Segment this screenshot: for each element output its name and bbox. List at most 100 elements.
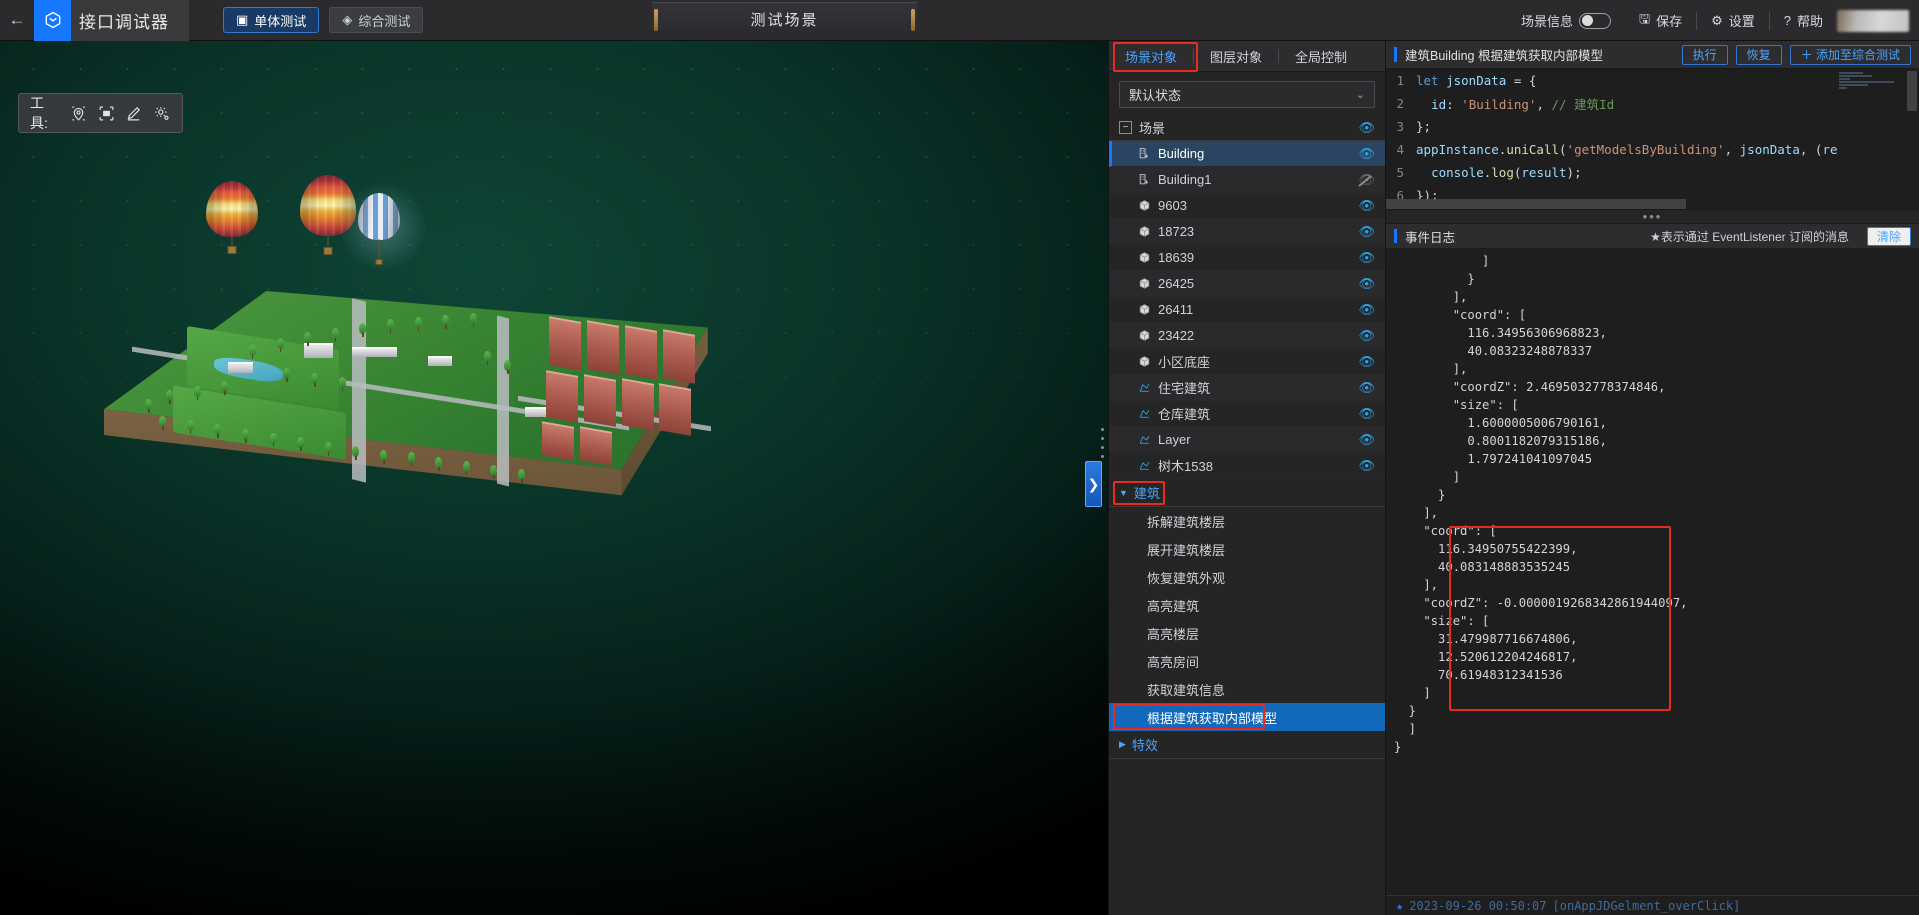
method-item-根据建筑获取内部模型[interactable]: 根据建筑获取内部模型 [1109,703,1385,731]
box-select-icon[interactable] [97,103,116,123]
eye-icon[interactable]: 👁 [1358,328,1375,344]
eye-icon[interactable]: 👁 [1358,458,1375,474]
method-item-获取建筑信息[interactable]: 获取建筑信息 [1109,675,1385,703]
eye-icon[interactable]: 👁 [1358,250,1375,266]
method-label: 根据建筑获取内部模型 [1147,710,1278,726]
add-to-comprehensive-test-button[interactable]: ＋ 添加至综合测试 [1789,44,1911,65]
log-line: ] [1394,686,1431,700]
code-vertical-scrollbar[interactable] [1907,71,1917,207]
settings-button[interactable]: ⚙ 设置 [1697,0,1769,41]
log-footer-entry[interactable]: ★ 2023-09-26 00:50:07 [onAppJDGelment_ov… [1386,895,1919,915]
code-minimap[interactable] [1839,71,1899,207]
method-item-拆解建筑楼层[interactable]: 拆解建筑楼层 [1109,507,1385,535]
top-tabs: ▣ 单体测试 ◈ 综合测试 [223,7,424,33]
tab-comprehensive-test-label: 综合测试 [358,13,411,29]
log-line: "coord": [ [1394,524,1497,538]
log-line: 0.8001182079315186, [1394,434,1607,448]
method-item-高亮楼层[interactable]: 高亮楼层 [1109,619,1385,647]
pencil-draw-icon[interactable] [124,103,143,123]
code-editor[interactable]: 1 let jsonData = { 2 id: 'Building', // 建… [1386,69,1919,209]
eye-icon[interactable]: 👁 [1358,432,1375,448]
tab-global-control-label: 全局控制 [1295,49,1348,65]
log-line: 40.08323248878337 [1394,344,1593,358]
pane-splitter[interactable]: ••• [1386,209,1919,224]
tree-item-23422[interactable]: 23422 👁 [1109,323,1385,349]
tab-layer-objects[interactable]: 图层对象 [1194,41,1278,72]
scene-object-panel: 场景对象 图层对象 全局控制 默认状态 ⌄ − 场景 👁 Building 👁 Bu… [1108,41,1385,915]
method-item-恢复建筑外观[interactable]: 恢复建筑外观 [1109,563,1385,591]
eye-icon[interactable]: 👁 [1358,354,1375,370]
tree-item-18639[interactable]: 18639 👁 [1109,245,1385,271]
collapse-expander[interactable]: − [1119,121,1132,134]
eye-icon[interactable]: 👁 [1358,380,1375,396]
tree-item-小区底座[interactable]: 小区底座 👁 [1109,349,1385,375]
eye-off-icon[interactable]: 👁 [1358,172,1375,188]
3d-viewport[interactable]: 工具: ❯ [0,41,1131,915]
event-log-header: 事件日志 ★表示通过 EventListener 订阅的消息 清除 [1386,223,1919,249]
help-button[interactable]: ? 帮助 [1770,0,1837,41]
eye-icon[interactable]: 👁 [1358,198,1375,214]
log-line: "coordZ": 2.4695032778374846, [1394,380,1666,394]
log-line: ], [1394,290,1468,304]
panel-collapse-toggle[interactable]: ❯ [1085,461,1102,507]
eye-icon[interactable]: 👁 [1358,302,1375,318]
eye-icon[interactable]: 👁 [1358,120,1375,136]
settings-gear-icon[interactable] [152,103,171,123]
log-lines: ] } ], "coord": [ 116.34956306968823, 40… [1386,252,1919,756]
log-line: 31.479987716674806, [1394,632,1578,646]
polygon-icon [1135,381,1153,394]
tab-global-control[interactable]: 全局控制 [1279,41,1363,72]
panel-drag-handle[interactable] [1101,428,1107,458]
scene-info-label: 场景信息 [1520,14,1573,29]
clear-log-button[interactable]: 清除 [1866,226,1911,246]
log-line: ] [1394,254,1490,268]
method-label: 获取建筑信息 [1147,682,1226,698]
tree-item-仓库建筑[interactable]: 仓库建筑 👁 [1109,401,1385,427]
tree-item-label: 住宅建筑 [1158,381,1211,396]
tree-item-26411[interactable]: 26411 👁 [1109,297,1385,323]
tree-item-layer[interactable]: Layer 👁 [1109,427,1385,453]
eye-icon[interactable]: 👁 [1358,224,1375,240]
tree-item-住宅建筑[interactable]: 住宅建筑 👁 [1109,375,1385,401]
log-line: ], [1394,578,1439,592]
tree-item-18723[interactable]: 18723 👁 [1109,219,1385,245]
method-item-展开建筑楼层[interactable]: 展开建筑楼层 [1109,535,1385,563]
scene-info-toggle[interactable]: 场景信息 [1507,0,1625,41]
log-line: } [1394,704,1417,718]
code-line: id: 'Building', // 建筑Id [1431,97,1615,112]
tab-single-test[interactable]: ▣ 单体测试 [223,7,320,33]
tree-item-9603[interactable]: 9603 👁 [1109,193,1385,219]
tree-item-26425[interactable]: 26425 👁 [1109,271,1385,297]
scene-info-switch[interactable] [1578,12,1611,29]
tab-comprehensive-test[interactable]: ◈ 综合测试 [329,7,424,33]
code-title: 建筑Building 根据建筑获取内部模型 [1405,49,1603,63]
tab-scene-objects[interactable]: 场景对象 [1109,41,1193,72]
method-groups: ▼ 建筑拆解建筑楼层 展开建筑楼层恢复建筑外观 高亮建筑 高亮楼层 高亮房间获取建筑信息根… [1109,479,1385,759]
code-horizontal-scrollbar[interactable] [1386,199,1919,209]
tree-item-building[interactable]: Building 👁 [1109,141,1385,167]
eye-icon[interactable]: 👁 [1358,406,1375,422]
restore-button[interactable]: 恢复 [1735,44,1782,65]
eye-icon[interactable]: 👁 [1358,276,1375,292]
method-label: 展开建筑楼层 [1147,542,1226,558]
tree-item-树木1538[interactable]: 树木1538 👁 [1109,453,1385,479]
method-item-高亮建筑[interactable]: 高亮建筑 [1109,591,1385,619]
log-line: } [1394,488,1446,502]
method-label: 拆解建筑楼层 [1147,514,1226,530]
caret-right-icon: ▶ [1119,739,1126,749]
event-log-body[interactable]: ] } ], "coord": [ 116.34956306968823, 40… [1386,249,1919,915]
execute-button[interactable]: 执行 [1681,44,1728,65]
save-button[interactable]: 🖫 保存 [1625,0,1696,41]
tree-item-label: 26425 [1158,276,1195,291]
back-button[interactable]: ← [0,0,34,41]
group-header-特效[interactable]: ▶ 特效 [1109,731,1385,759]
method-item-高亮房间[interactable]: 高亮房间 [1109,647,1385,675]
pin-marker-icon[interactable] [69,103,88,123]
tree-root-scene[interactable]: − 场景 👁 [1109,115,1385,141]
tree-item-building1[interactable]: Building1 👁 [1109,167,1385,193]
log-timestamp: 2023-09-26 00:50:07 [1409,898,1547,913]
state-select[interactable]: 默认状态 ⌄ [1119,81,1375,108]
group-header-建筑[interactable]: ▼ 建筑 [1109,479,1385,507]
user-avatar[interactable] [1837,9,1909,32]
eye-icon[interactable]: 👁 [1358,146,1375,162]
